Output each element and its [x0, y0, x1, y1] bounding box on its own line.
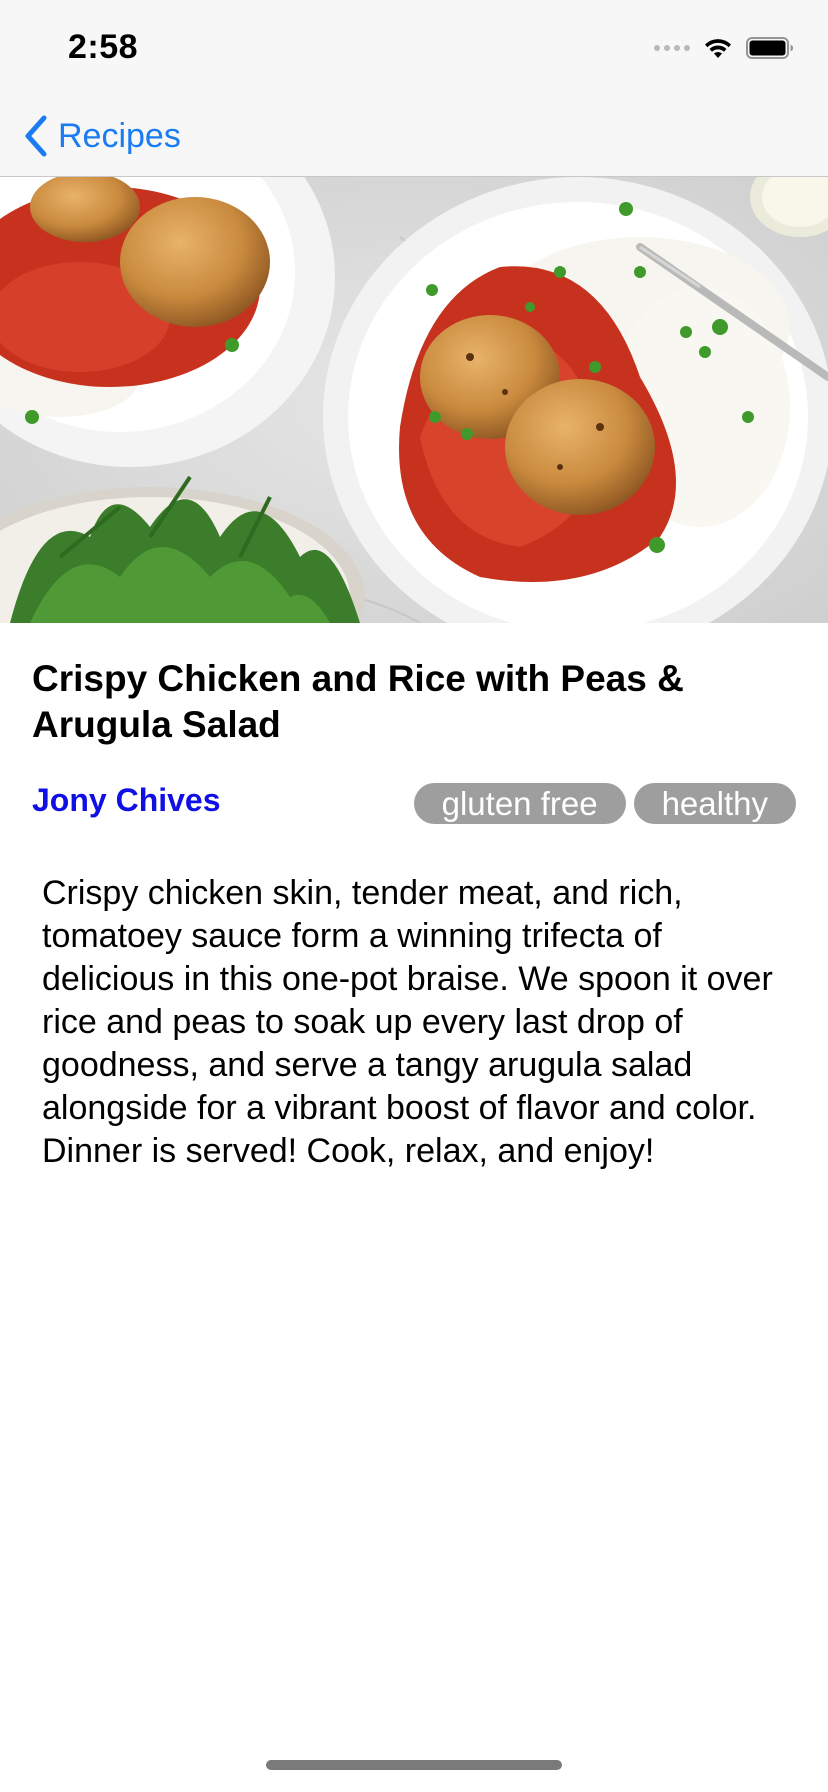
tag-healthy: healthy [633, 783, 796, 824]
back-button[interactable]: Recipes [22, 110, 181, 162]
chevron-left-icon [25, 115, 47, 157]
tag-list: gluten free healthy [413, 783, 796, 824]
home-indicator[interactable] [266, 1760, 562, 1770]
status-bar: 2:58 [0, 0, 828, 96]
wifi-icon [705, 39, 731, 58]
recipe-detail-screen: 2:58 Recipes Crispy Chicken and Rice wit… [0, 0, 828, 1792]
recipe-description: Crispy chicken skin, tender meat, and ri… [42, 874, 773, 1170]
author-link[interactable]: Jony Chives [32, 782, 221, 819]
recipe-title: Crispy Chicken and Rice with Peas & Arug… [32, 658, 684, 745]
status-time: 2:58 [68, 28, 139, 66]
tag-gluten-free: gluten free [413, 783, 626, 824]
signal-dots-icon [654, 45, 690, 51]
recipe-photo [0, 177, 828, 623]
navigation-bar: Recipes [0, 96, 828, 177]
back-button-label: Recipes [58, 116, 181, 155]
status-icons [654, 34, 794, 62]
battery-icon [746, 37, 793, 59]
